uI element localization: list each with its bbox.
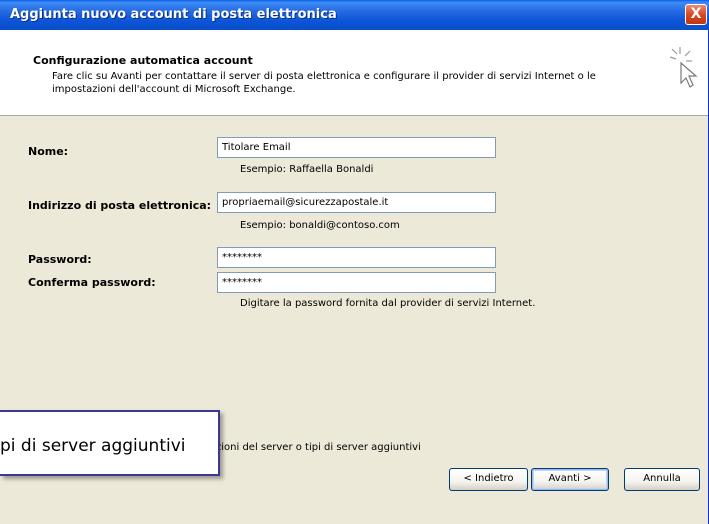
confirm-password-label: Conferma password:: [28, 276, 156, 289]
cancel-button[interactable]: Annulla: [624, 468, 700, 491]
header-title: Configurazione automatica account: [33, 54, 253, 67]
password-hint: Digitare la password fornita dal provide…: [240, 298, 536, 309]
password-label: Password:: [28, 253, 92, 266]
name-label: Nome:: [28, 145, 69, 158]
email-field[interactable]: [217, 192, 496, 213]
window-title: Aggiunta nuovo account di posta elettron…: [10, 7, 337, 22]
add-account-dialog: Aggiunta nuovo account di posta elettron…: [0, 0, 709, 524]
email-hint: Esempio: bonaldi@contoso.com: [240, 220, 400, 231]
email-label: Indirizzo di posta elettronica:: [28, 199, 212, 212]
back-button[interactable]: < Indietro: [449, 468, 528, 491]
name-hint: Esempio: Raffaella Bonaldi: [240, 164, 374, 175]
zoom-callout-text: pi di server aggiuntivi: [0, 436, 186, 456]
cursor-sparkle-icon: [669, 47, 698, 88]
header-description: Fare clic su Avanti per contattare il se…: [52, 71, 596, 95]
password-field[interactable]: [217, 247, 496, 268]
title-bar[interactable]: Aggiunta nuovo account di posta elettron…: [0, 0, 709, 30]
close-button[interactable]: X: [685, 4, 707, 25]
header-panel: Configurazione automatica account Fare c…: [0, 30, 708, 116]
confirm-password-field[interactable]: [217, 272, 496, 293]
name-field[interactable]: [217, 137, 496, 158]
zoom-callout: pi di server aggiuntivi: [0, 410, 220, 476]
manual-settings-option-label[interactable]: zioni del server o tipi di server aggiun…: [216, 442, 421, 453]
next-button[interactable]: Avanti >: [531, 468, 609, 491]
